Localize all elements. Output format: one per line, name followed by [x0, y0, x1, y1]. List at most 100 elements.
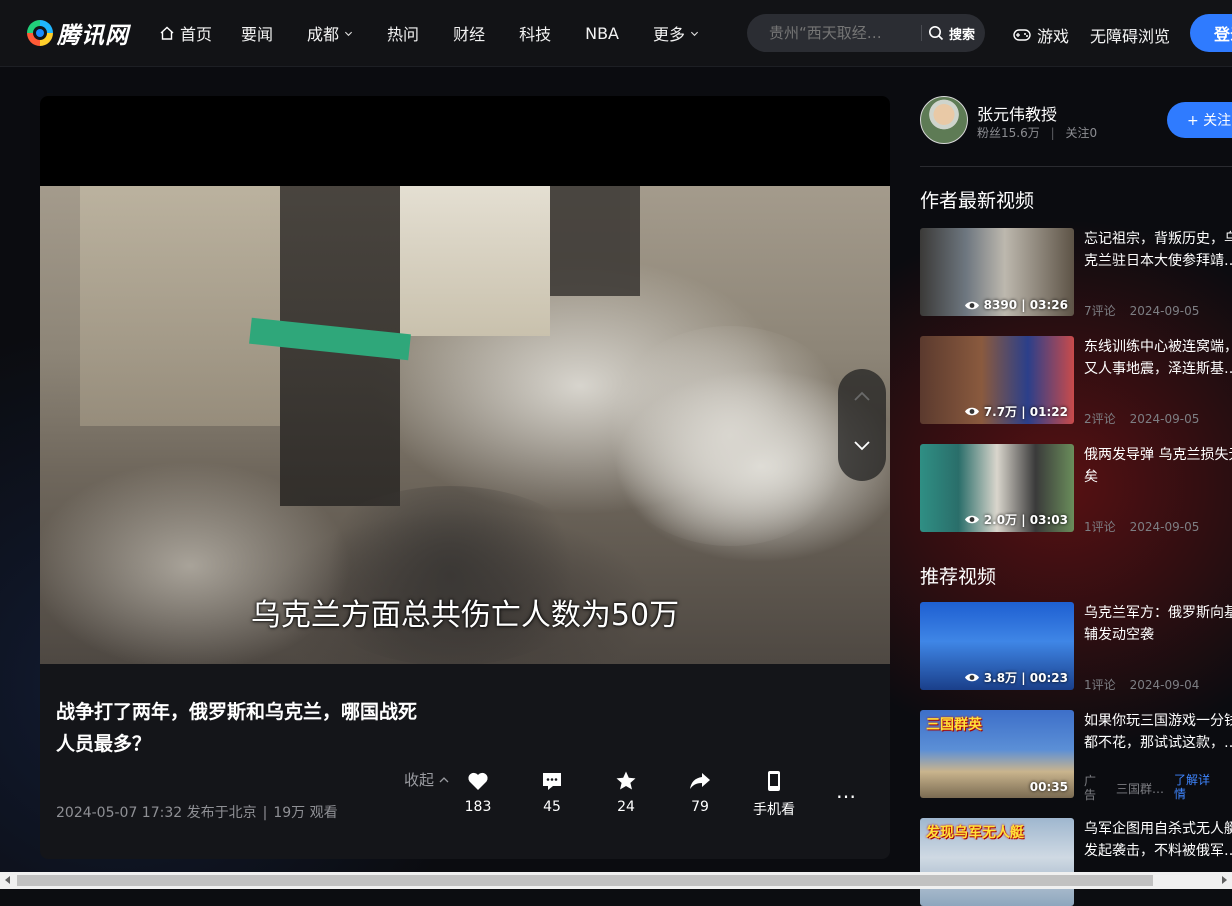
comment-button[interactable]: 45 [522, 769, 582, 815]
more-options-button[interactable]: … [836, 779, 857, 803]
publish-date: 2024-09-05 [1129, 304, 1200, 318]
thumbnail-caption: 发现乌军无人艇 [926, 825, 1024, 841]
nav-item-tech[interactable]: 科技 [519, 21, 551, 45]
video-thumbnail[interactable]: 三国群英 00:35 [920, 710, 1074, 798]
nav-label: 热问 [387, 25, 420, 44]
scroll-left-arrow-icon[interactable] [5, 876, 10, 884]
nav-label: 要闻 [241, 25, 274, 44]
video-frame[interactable]: 乌克兰方面总共伤亡人数为50万 [40, 186, 890, 664]
nav-item-home[interactable]: 首页 [160, 21, 212, 45]
publish-date: 2024-09-05 [1129, 520, 1200, 534]
share-button[interactable]: 79 [670, 769, 730, 815]
recommended-video-card[interactable]: 发现乌军无人艇 乌军企图用自杀式无人艇 发起袭击，不料被俄军… [920, 818, 1232, 906]
search-divider [921, 25, 922, 41]
search-button[interactable]: 搜索 [928, 24, 975, 43]
like-button[interactable]: 183 [448, 769, 508, 815]
author-name[interactable]: 张元伟教授 [977, 101, 1057, 125]
scrollbar-track[interactable] [17, 875, 1215, 886]
comment-icon [543, 773, 561, 790]
login-button[interactable]: 登录 [1190, 14, 1232, 52]
site-logo[interactable]: 腾讯网 [27, 19, 129, 49]
search-button-label: 搜索 [949, 27, 976, 43]
nav-label: 更多 [652, 25, 685, 44]
scroll-right-arrow-icon[interactable] [1222, 876, 1227, 884]
search-icon [929, 26, 944, 41]
horizontal-scrollbar[interactable] [0, 872, 1232, 889]
chevron-up-icon[interactable] [850, 385, 874, 409]
eye-icon [964, 673, 979, 682]
video-thumbnail[interactable]: 2.0万 | 03:03 [920, 444, 1074, 532]
nav-item-chengdu[interactable]: 成都 [307, 21, 353, 45]
latest-video-card[interactable]: 7.7万 | 01:22 东线训练中心被连窝端， 又人事地震，泽连斯基… 2评论 2… [920, 336, 1232, 426]
latest-videos-heading: 作者最新视频 [920, 190, 1035, 212]
video-thumbnail[interactable]: 7.7万 | 01:22 [920, 336, 1074, 424]
comment-count: 1评论 [1084, 678, 1116, 692]
chevron-down-icon[interactable] [850, 433, 874, 457]
comment-count: 2评论 [1084, 412, 1116, 426]
collapse-button[interactable]: 收起 [404, 769, 450, 790]
video-card-meta: 1评论 2024-09-04 [1084, 676, 1199, 693]
chevron-down-icon [345, 31, 353, 36]
nav-item-more[interactable]: 更多 [653, 21, 699, 45]
video-thumbnail[interactable]: 发现乌军无人艇 [920, 818, 1074, 906]
star-icon [616, 771, 636, 790]
games-link[interactable]: 游戏 [1013, 23, 1069, 47]
latest-video-card[interactable]: 8390 | 03:26 忘记祖宗，背叛历史，乌 克兰驻日本大使参拜靖… 7评论 2… [920, 228, 1232, 318]
video-card-title[interactable]: 如果你玩三国游戏一分钱 都不花，那试试这款，… [1084, 710, 1232, 754]
video-card-title[interactable]: 乌克兰军方：俄罗斯向基 辅发动空袭 [1084, 602, 1232, 646]
nav-item-nba[interactable]: NBA [585, 24, 619, 43]
chevron-down-icon [690, 31, 699, 36]
views-duration: 3.8万 | 00:23 [983, 671, 1068, 685]
title-line: 都不花，那试试这款，… [1084, 735, 1232, 751]
video-card-title[interactable]: 乌军企图用自杀式无人艇 发起袭击，不料被俄军… [1084, 818, 1232, 862]
eye-icon [964, 301, 979, 309]
video-player[interactable]: 乌克兰方面总共伤亡人数为50万 [40, 96, 890, 664]
video-subtitle: 乌克兰方面总共伤亡人数为50万 [250, 598, 680, 633]
video-meta: 2024-05-07 17:32 发布于北京 | 19万 观看 [56, 802, 338, 822]
follow-button[interactable]: + 关注 [1167, 102, 1232, 138]
latest-video-card[interactable]: 2.0万 | 03:03 俄两发导弹 乌克兰损失无矣 1评论 2024-09-05 [920, 444, 1232, 534]
video-card-title[interactable]: 东线训练中心被连窝端， 又人事地震，泽连斯基… [1084, 336, 1232, 380]
favorite-count: 24 [617, 799, 635, 815]
share-icon [690, 773, 710, 789]
publish-time: 2024-05-07 17:32 发布于北京 [56, 805, 257, 821]
video-switcher [838, 369, 886, 481]
collapse-label: 收起 [404, 771, 435, 789]
video-thumbnail[interactable]: 8390 | 03:26 [920, 228, 1074, 316]
logo-text: 腾讯网 [57, 23, 129, 49]
search-input[interactable] [767, 23, 919, 43]
watch-on-phone-label: 手机看 [753, 802, 795, 818]
sidebar-divider [920, 166, 1232, 167]
heart-icon [468, 772, 488, 790]
title-line: 辅发动空袭 [1084, 627, 1154, 643]
video-card-title[interactable]: 俄两发导弹 乌克兰损失无矣 [1084, 444, 1232, 488]
accessibility-link[interactable]: 无障碍浏览 [1090, 23, 1170, 47]
author-fans: 粉丝15.6万 [977, 126, 1040, 140]
like-count: 183 [464, 799, 492, 815]
title-line: 矣 [1084, 469, 1098, 485]
video-card-title[interactable]: 忘记祖宗，背叛历史，乌 克兰驻日本大使参拜靖… [1084, 228, 1232, 272]
thumbnail-duration: 00:35 [1029, 780, 1068, 794]
favorite-button[interactable]: 24 [596, 769, 656, 815]
video-thumbnail[interactable]: 3.8万 | 00:23 [920, 602, 1074, 690]
title-line: 发起袭击，不料被俄军… [1084, 843, 1232, 859]
games-label: 游戏 [1037, 27, 1070, 46]
video-scene-smoke [300, 486, 600, 664]
nav-item-hot-questions[interactable]: 热问 [387, 21, 419, 45]
ad-learn-more-link[interactable]: 了解详情 [1174, 773, 1210, 801]
recommended-video-card[interactable]: 3.8万 | 00:23 乌克兰军方：俄罗斯向基 辅发动空袭 1评论 2024-09… [920, 602, 1232, 693]
ad-video-card[interactable]: 三国群英 00:35 如果你玩三国游戏一分钱 都不花，那试试这款，… 广告 三国群… [920, 710, 1232, 802]
views-duration: 7.7万 | 01:22 [983, 405, 1068, 419]
views-duration: 8390 | 03:26 [983, 298, 1068, 312]
view-count: 19万 观看 [273, 805, 338, 821]
watch-on-phone-button[interactable]: 手机看 [744, 769, 804, 819]
top-navbar: 腾讯网 首页 要闻 成都 热问 财经 科技 NBA 更多 搜索 游戏 无障碍浏览… [0, 0, 1232, 67]
title-line: 克兰驻日本大使参拜靖… [1084, 253, 1232, 269]
stats-separator: | [1050, 126, 1055, 140]
nav-item-finance[interactable]: 财经 [453, 21, 485, 45]
nav-item-news[interactable]: 要闻 [241, 21, 273, 45]
phone-icon [768, 771, 780, 791]
comment-count: 45 [543, 799, 561, 815]
scrollbar-thumb[interactable] [17, 875, 1153, 886]
avatar[interactable] [920, 96, 968, 144]
